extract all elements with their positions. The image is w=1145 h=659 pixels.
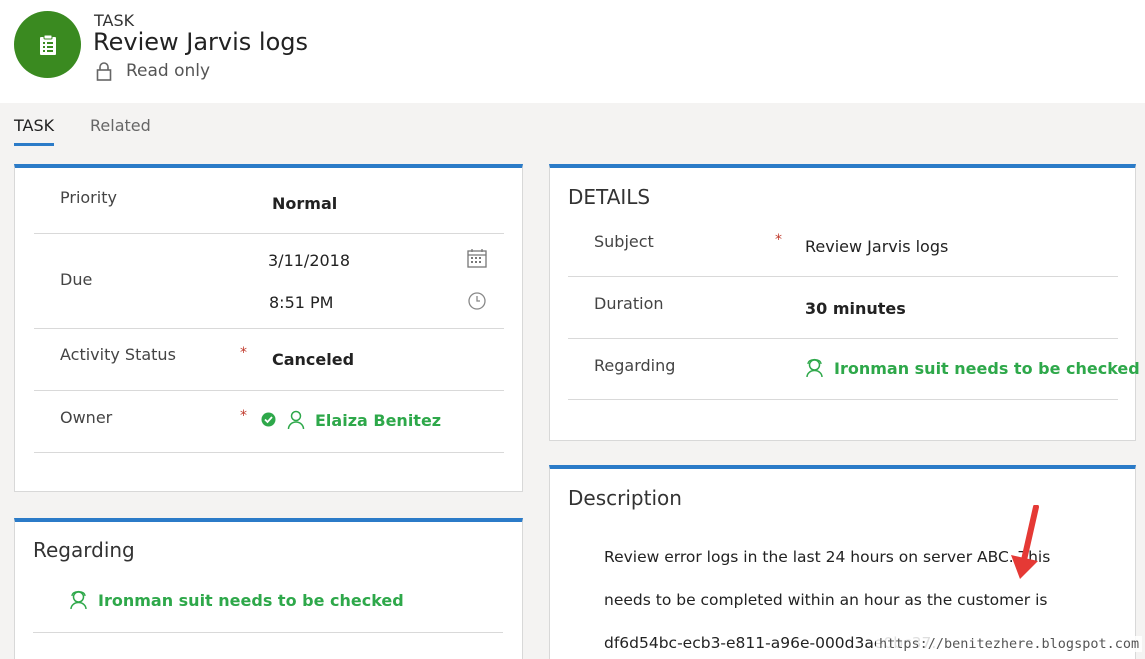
activity-status-row: Activity Status * Canceled [34,329,504,391]
user-icon [287,410,305,430]
subject-label: Subject [594,232,654,251]
case-icon [806,358,823,378]
priority-row: Priority Normal [34,168,504,234]
page-title: Review Jarvis logs [93,28,309,56]
task-summary-card: Priority Normal Due 3/11/2018 8:51 PM Ac… [14,164,523,492]
case-icon [70,590,87,610]
record-header: TASK Review Jarvis logs Read only [0,0,1145,103]
duration-row: Duration 30 minutes [568,277,1118,339]
subject-row: Subject * Review Jarvis logs [568,215,1118,277]
calendar-icon[interactable] [467,249,487,268]
details-card: DETAILS Subject * Review Jarvis logs Dur… [549,164,1140,441]
description-title: Description [568,486,682,510]
task-clipboard-icon [14,11,81,78]
priority-value[interactable]: Normal [272,194,337,213]
subject-value[interactable]: Review Jarvis logs [805,237,948,256]
required-indicator: * [240,408,247,424]
priority-label: Priority [60,188,117,207]
due-row: Due 3/11/2018 8:51 PM [34,234,504,329]
due-time-field[interactable]: 8:51 PM [269,293,333,312]
due-date-field[interactable]: 3/11/2018 [268,251,350,270]
duration-value[interactable]: 30 minutes [805,299,906,318]
tab-related[interactable]: Related [90,116,151,135]
lock-icon [96,61,112,81]
owner-row: Owner * Elaiza Benitez [34,391,504,453]
activity-status-value[interactable]: Canceled [272,350,354,369]
details-title: DETAILS [568,185,651,209]
regarding-card: Regarding Ironman suit needs to be check… [14,518,523,659]
regarding-section-link[interactable]: Ironman suit needs to be checked [69,590,404,610]
required-indicator: * [775,232,782,248]
regarding-lookup-row: Ironman suit needs to be checked [33,566,503,633]
regarding-link[interactable]: Ironman suit needs to be checked [805,358,1140,378]
read-only-status: Read only [96,61,210,81]
read-only-label: Read only [126,61,211,81]
tab-task[interactable]: TASK [14,116,55,146]
regarding-label: Regarding [594,356,676,375]
regarding-row: Regarding Ironman suit needs to be check… [568,339,1140,400]
regarding-title: Regarding [33,538,135,562]
owner-link[interactable]: Elaiza Benitez [287,410,441,430]
blog-watermark: https://benitezhere.blogspot.com [876,636,1143,652]
required-indicator: * [240,345,247,361]
regarding-section-value: Ironman suit needs to be checked [98,590,404,610]
annotation-arrow-icon [1011,505,1039,579]
activity-status-label: Activity Status [60,345,176,364]
presence-available-icon [261,412,276,427]
owner-label: Owner [60,408,113,427]
regarding-value: Ironman suit needs to be checked [834,358,1140,378]
due-label: Due [60,270,93,289]
owner-name: Elaiza Benitez [315,410,442,430]
duration-label: Duration [594,294,664,313]
clock-icon[interactable] [468,292,486,310]
